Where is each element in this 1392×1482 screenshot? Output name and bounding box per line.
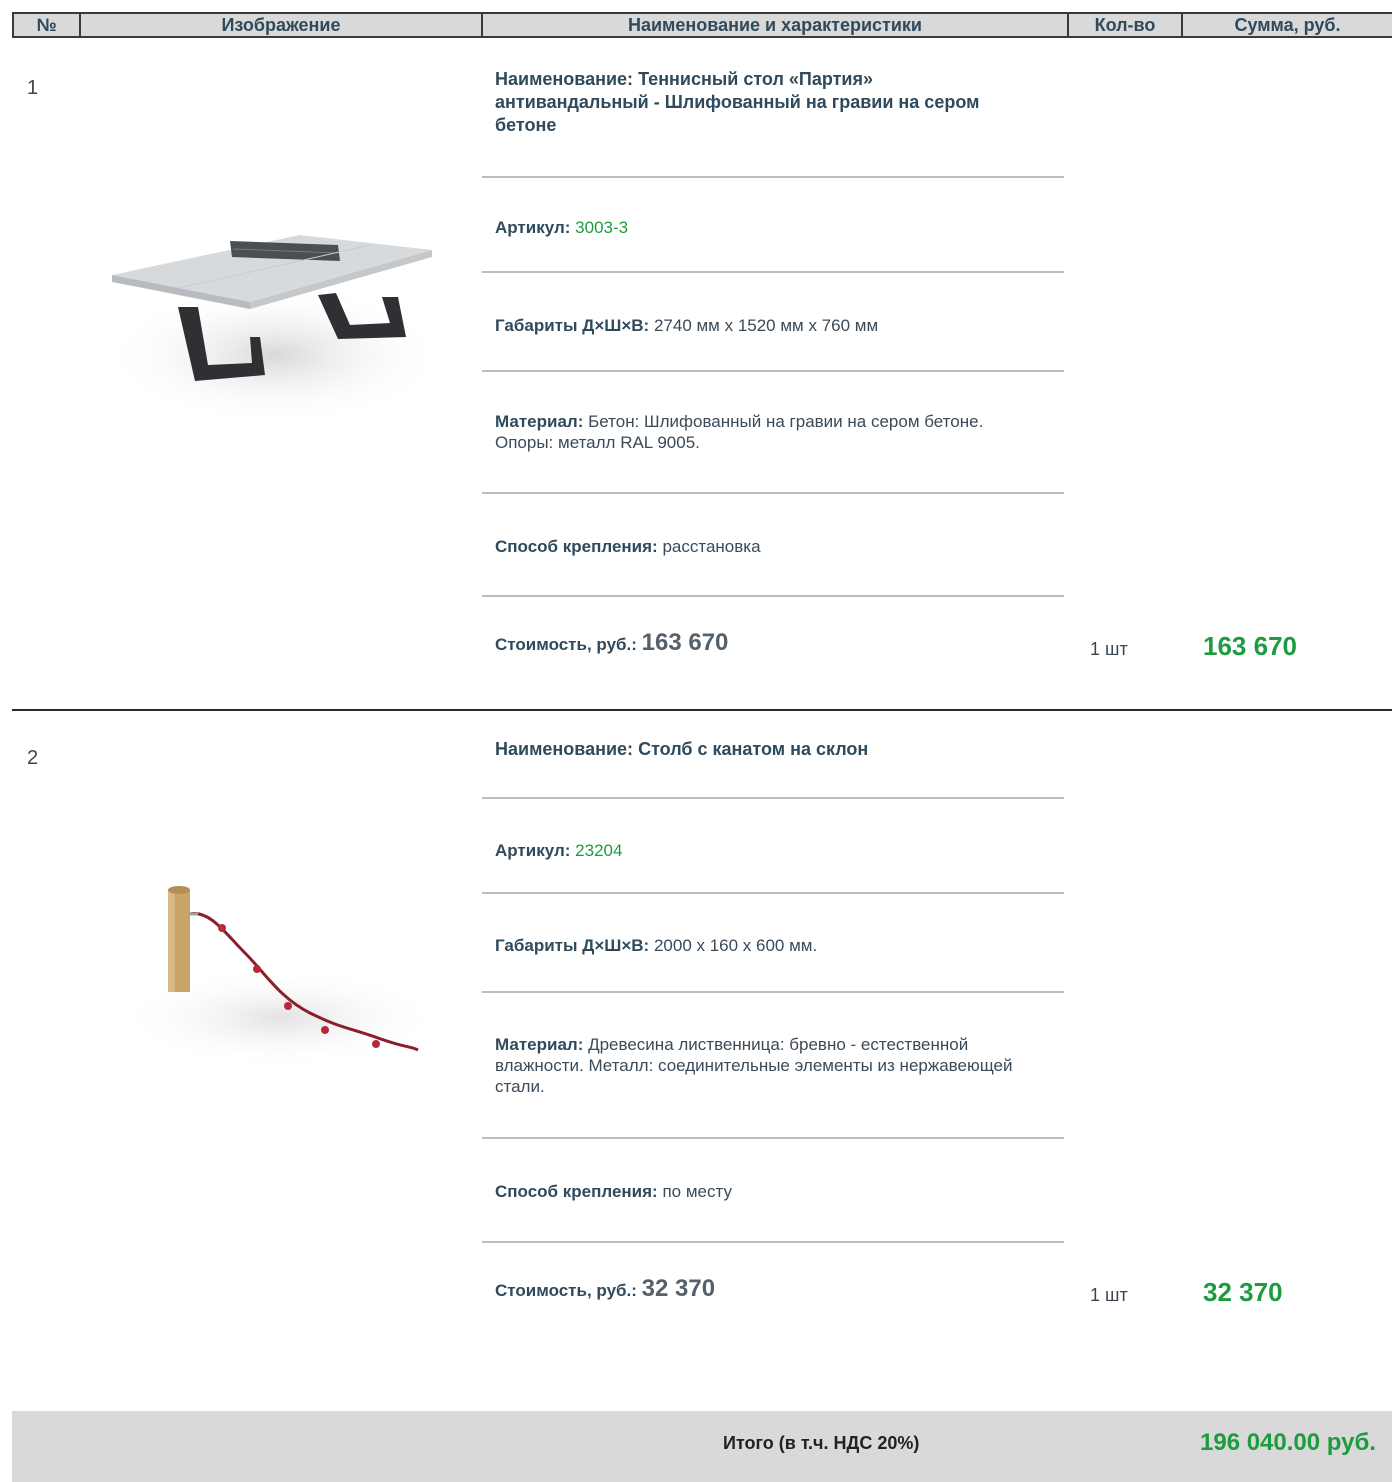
material-label: Материал: (495, 412, 584, 431)
ping-pong-table-image (100, 205, 445, 435)
separator (482, 892, 1064, 894)
total-label: Итого (в т.ч. НДС 20%) (723, 1433, 920, 1453)
price-value: 32 370 (641, 1275, 716, 1302)
dims-value: 2740 мм x 1520 мм x 760 мм (653, 316, 879, 335)
rope-post-image (110, 878, 440, 1078)
separator (482, 595, 1064, 597)
item-dimensions: Габариты Д×Ш×В: 2740 мм x 1520 мм x 760 … (495, 315, 1040, 336)
row-divider (12, 709, 1392, 711)
item-price: Стоимость, руб.: 163 670 (495, 629, 1040, 656)
item-dimensions: Габариты Д×Ш×В: 2000 x 160 x 600 мм. (495, 935, 1040, 956)
separator (482, 176, 1064, 178)
article-label: Артикул: (495, 841, 571, 860)
item-material: Материал: Древесина лиственница: бревно … (495, 1034, 1040, 1097)
separator (482, 1137, 1064, 1139)
total-bar: Итого (в т.ч. НДС 20%) 196 040.00 руб. (12, 1411, 1392, 1482)
name-label: Наименование: (495, 739, 634, 759)
dims-label: Габариты Д×Ш×В: (495, 316, 650, 335)
separator (482, 1241, 1064, 1243)
item-material: Материал: Бетон: Шлифованный на гравии н… (495, 411, 1040, 453)
item-qty: 1 шт (1090, 1285, 1128, 1305)
header-image: Изображение (81, 14, 483, 36)
item-article: Артикул: 23204 (495, 840, 1040, 861)
price-label: Стоимость, руб.: (495, 635, 637, 654)
material-label: Материал: (495, 1035, 584, 1054)
separator (482, 370, 1064, 372)
separator (482, 797, 1064, 799)
separator (482, 991, 1064, 993)
dims-label: Габариты Д×Ш×В: (495, 936, 650, 955)
item-qty: 1 шт (1090, 639, 1128, 659)
table-header: № Изображение Наименование и характерист… (12, 12, 1392, 38)
header-name: Наименование и характеристики (483, 14, 1069, 36)
header-sum: Сумма, руб. (1234, 14, 1341, 35)
header-num: № (14, 14, 81, 36)
item-mount: Способ крепления: по месту (495, 1181, 1040, 1202)
header-qty: Кол-во (1069, 14, 1183, 36)
dims-value: 2000 x 160 x 600 мм. (653, 936, 818, 955)
row-number: 2 (27, 747, 39, 769)
item-price: Стоимость, руб.: 32 370 (495, 1275, 1040, 1302)
mount-value: по месту (662, 1182, 732, 1201)
price-value: 163 670 (641, 629, 729, 656)
article-label: Артикул: (495, 218, 571, 237)
item-name: Наименование: Столб с канатом на склон (495, 738, 1015, 761)
article-value: 23204 (575, 841, 623, 860)
item-sum: 32 370 (1203, 1277, 1283, 1307)
price-label: Стоимость, руб.: (495, 1281, 637, 1300)
item-name: Наименование: Теннисный стол «Партия» ан… (495, 68, 1015, 137)
total-value: 196 040.00 руб. (1200, 1429, 1376, 1456)
mount-label: Способ крепления: (495, 1182, 658, 1201)
item-mount: Способ крепления: расстановка (495, 536, 1040, 557)
mount-value: расстановка (662, 537, 761, 556)
article-value: 3003-3 (575, 218, 629, 237)
name-label: Наименование: (495, 69, 634, 89)
separator (482, 271, 1064, 273)
mount-label: Способ крепления: (495, 537, 658, 556)
item-article: Артикул: 3003-3 (495, 217, 1040, 238)
row-number: 1 (27, 77, 39, 99)
item-sum: 163 670 (1203, 631, 1297, 661)
separator (482, 492, 1064, 494)
name-value: Столб с канатом на склон (638, 739, 869, 759)
